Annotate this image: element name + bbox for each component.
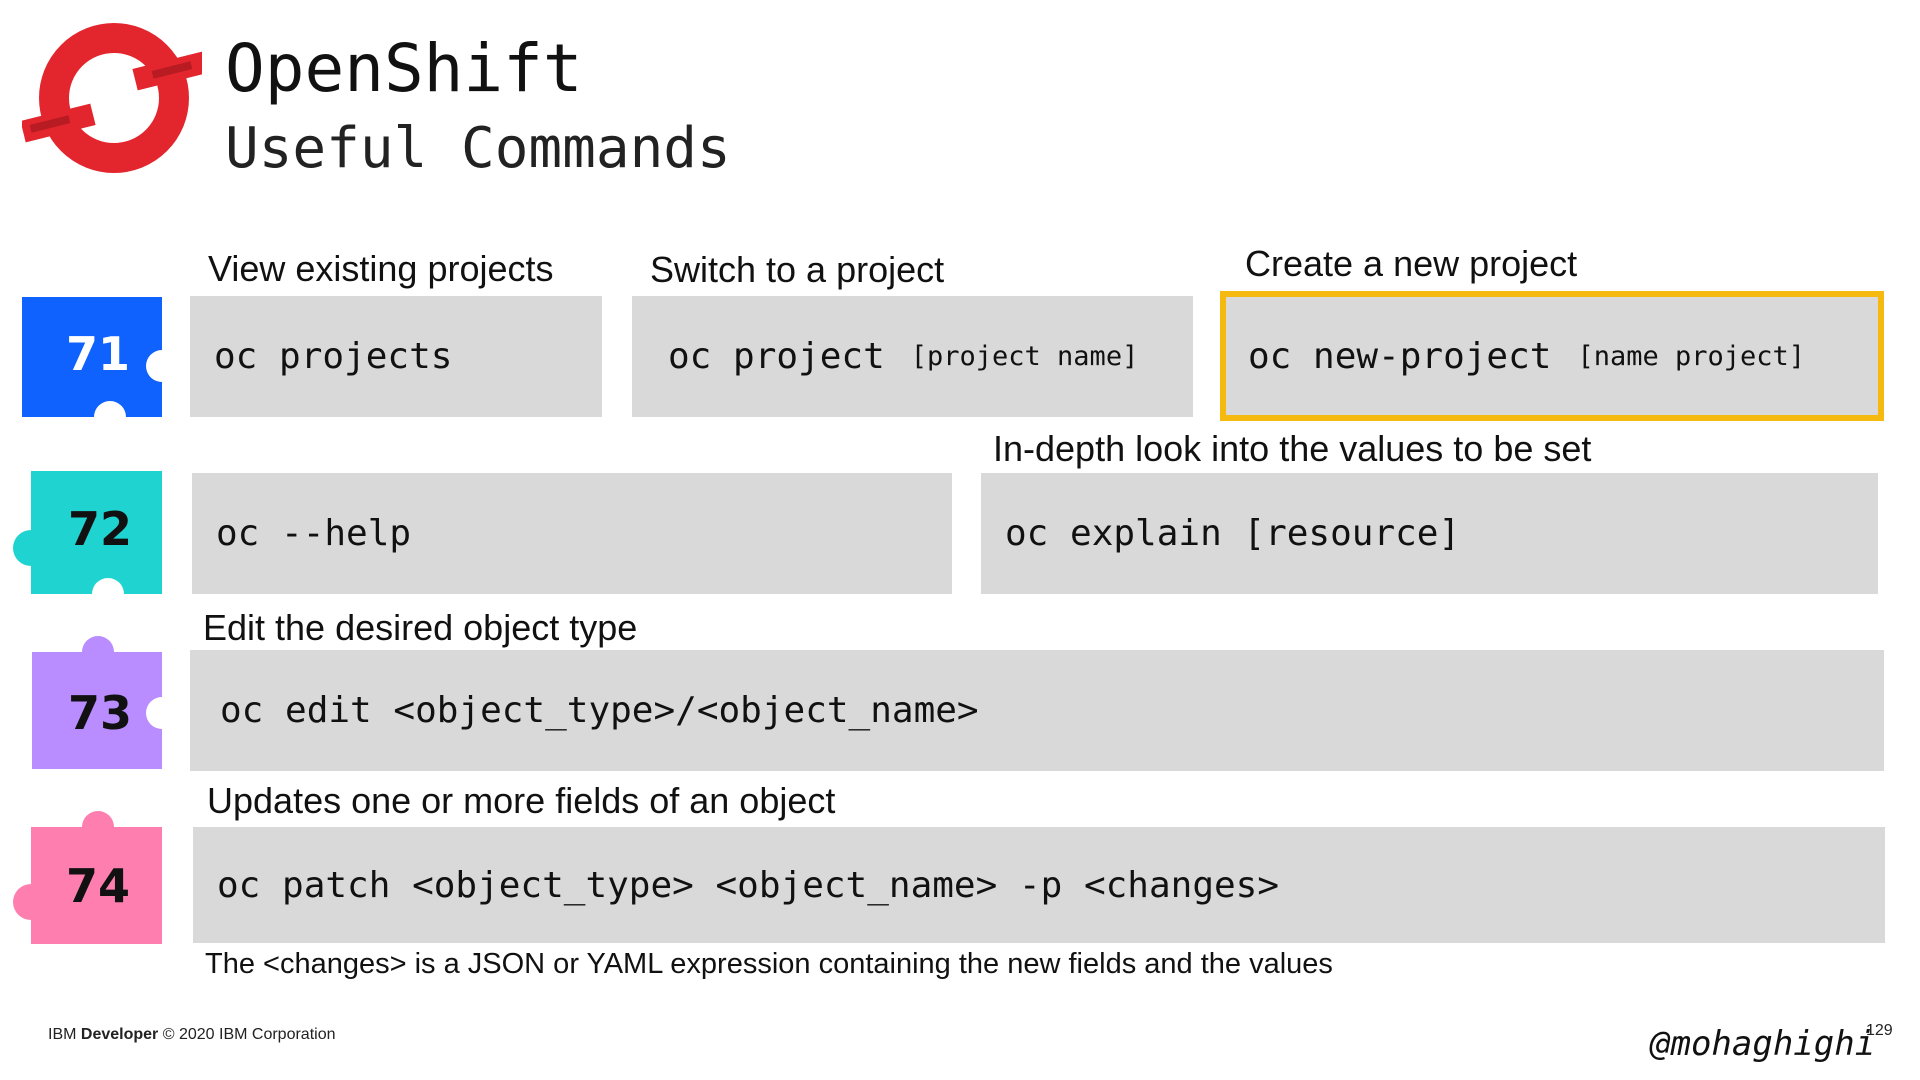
puzzle-number-74: 74	[66, 859, 130, 913]
command-text: oc projects	[214, 336, 453, 377]
copyright-text: © 2020 IBM Corporation	[162, 1026, 336, 1043]
command-box-switch-project[interactable]: oc project [project name]	[632, 296, 1193, 417]
patch-note: The <changes> is a JSON or YAML expressi…	[205, 948, 1333, 980]
command-text: oc --help	[216, 513, 412, 554]
command-box-create-project[interactable]: oc new-project [name project]	[1220, 291, 1884, 421]
command-text: oc patch <object_type> <object_name> -p …	[217, 864, 1280, 906]
page-subtitle: Useful Commands	[225, 116, 731, 181]
page-title: OpenShift	[225, 30, 583, 107]
command-text: oc new-project	[1248, 335, 1552, 377]
command-box-explain[interactable]: oc explain [resource]	[981, 473, 1878, 594]
label-create-project: Create a new project	[1245, 243, 1578, 284]
label-edit-object: Edit the desired object type	[203, 607, 638, 648]
command-box-view-projects[interactable]: oc projects	[190, 296, 602, 417]
puzzle-number-73: 73	[68, 686, 132, 740]
puzzle-number-72: 72	[68, 502, 132, 556]
command-box-edit[interactable]: oc edit <object_type>/<object_name>	[190, 650, 1884, 771]
command-text: oc project	[668, 336, 885, 377]
command-argument: [project name]	[910, 341, 1139, 372]
brand-developer: Developer	[80, 1026, 159, 1043]
author-handle: @mohaghighi	[1650, 1024, 1876, 1064]
puzzle-number-71: 71	[66, 327, 130, 381]
puzzle-piece-74-icon: 74	[13, 811, 162, 944]
command-text: oc edit <object_type>/<object_name>	[220, 690, 979, 731]
footer-copyright: IBM Developer © 2020 IBM Corporation	[48, 1026, 336, 1044]
label-switch-project: Switch to a project	[650, 249, 945, 290]
command-argument: [name project]	[1577, 340, 1806, 372]
puzzle-piece-71-icon: 71	[22, 297, 162, 417]
command-box-patch[interactable]: oc patch <object_type> <object_name> -p …	[193, 827, 1885, 943]
label-patch-object: Updates one or more fields of an object	[207, 780, 836, 821]
puzzle-piece-73-icon: 73	[32, 636, 162, 769]
openshift-logo-icon	[22, 23, 202, 173]
command-box-help[interactable]: oc --help	[192, 473, 952, 594]
label-view-projects: View existing projects	[208, 248, 554, 289]
command-text: oc explain [resource]	[1005, 513, 1461, 554]
label-explain: In-depth look into the values to be set	[993, 428, 1592, 469]
page-number: 129	[1866, 1022, 1893, 1039]
puzzle-piece-72-icon: 72	[13, 471, 162, 594]
brand-prefix: IBM	[48, 1026, 77, 1043]
